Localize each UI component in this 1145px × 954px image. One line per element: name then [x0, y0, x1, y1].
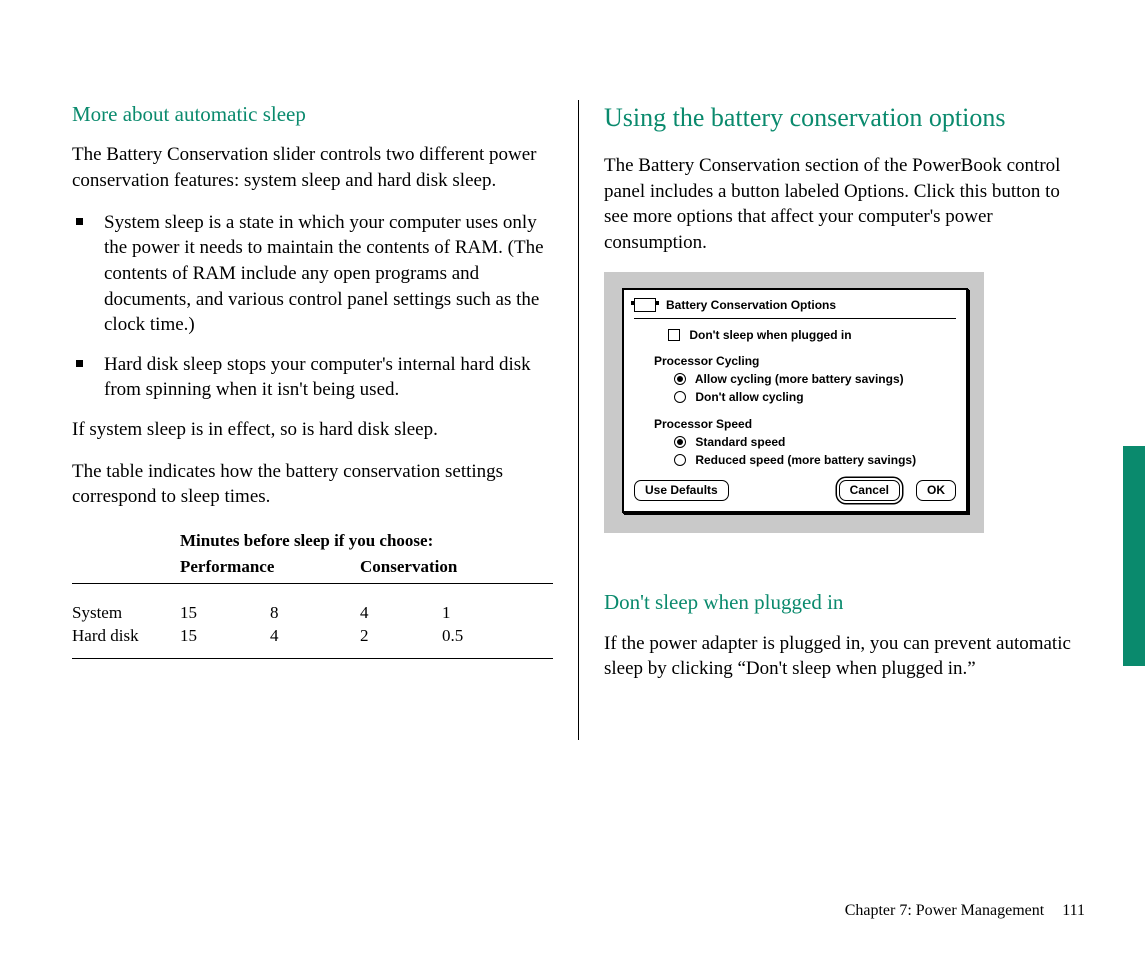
col-header-conservation: Conservation — [360, 556, 442, 579]
cancel-button[interactable]: Cancel — [839, 480, 900, 501]
heading-more-about-automatic-sleep: More about automatic sleep — [72, 100, 553, 128]
radio-icon — [674, 391, 686, 403]
col-header-performance: Performance — [180, 556, 270, 579]
section-tab-marker — [1123, 446, 1145, 666]
radio-label: Don't allow cycling — [695, 390, 803, 404]
table-row: System 15 8 4 1 — [72, 602, 553, 625]
heading-dont-sleep-when-plugged-in: Don't sleep when plugged in — [604, 588, 1085, 616]
checkbox-label: Don't sleep when plugged in — [689, 328, 851, 342]
cell: 15 — [180, 602, 270, 625]
left-column: More about automatic sleep The Battery C… — [72, 100, 578, 740]
list-item: System sleep is a state in which your co… — [72, 210, 553, 338]
radio-label: Allow cycling (more battery savings) — [695, 372, 904, 386]
radio-icon — [674, 454, 686, 466]
radio-icon — [674, 436, 686, 448]
sleep-times-table: Minutes before sleep if you choose: Perf… — [72, 530, 553, 659]
use-defaults-button[interactable]: Use Defaults — [634, 480, 729, 501]
cell: 4 — [270, 625, 360, 648]
cell: 2 — [360, 625, 442, 648]
row-label: Hard disk — [72, 625, 180, 648]
cell: 0.5 — [442, 625, 502, 648]
cell: 4 — [360, 602, 442, 625]
right-column: Using the battery conservation options T… — [578, 100, 1085, 740]
body-text: If the power adapter is plugged in, you … — [604, 631, 1085, 682]
dialog-title: Battery Conservation Options — [666, 297, 836, 313]
radio-label: Reduced speed (more battery savings) — [695, 453, 916, 467]
checkbox-row[interactable]: Don't sleep when plugged in — [634, 327, 956, 343]
list-item: Hard disk sleep stops your computer's in… — [72, 352, 553, 403]
checkbox-icon — [668, 329, 680, 341]
group-label-processor-speed: Processor Speed — [654, 416, 956, 432]
group-label-processor-cycling: Processor Cycling — [654, 353, 956, 369]
bullet-list: System sleep is a state in which your co… — [72, 210, 553, 403]
row-label: System — [72, 602, 180, 625]
dialog-screenshot: Battery Conservation Options Don't sleep… — [604, 272, 984, 534]
radio-label: Standard speed — [695, 435, 785, 449]
chapter-label: Chapter 7: Power Management — [845, 902, 1045, 919]
cell: 15 — [180, 625, 270, 648]
page-footer: Chapter 7: Power Management 111 — [845, 902, 1085, 920]
table-row: Hard disk 15 4 2 0.5 — [72, 625, 553, 648]
radio-allow-cycling[interactable]: Allow cycling (more battery savings) — [674, 371, 956, 387]
heading-using-battery-conservation-options: Using the battery conservation options — [604, 100, 1085, 135]
battery-icon — [634, 298, 656, 312]
ok-button[interactable]: OK — [916, 480, 956, 501]
page-number: 111 — [1062, 902, 1085, 919]
radio-standard-speed[interactable]: Standard speed — [674, 434, 956, 450]
body-text: The Battery Conservation slider controls… — [72, 142, 553, 193]
body-text: The table indicates how the battery cons… — [72, 459, 553, 510]
cell: 1 — [442, 602, 502, 625]
body-text: The Battery Conservation section of the … — [604, 153, 1085, 256]
body-text: If system sleep is in effect, so is hard… — [72, 417, 553, 443]
radio-dont-allow-cycling[interactable]: Don't allow cycling — [674, 389, 956, 405]
radio-reduced-speed[interactable]: Reduced speed (more battery savings) — [674, 452, 956, 468]
table-header-row: Performance Conservation — [72, 556, 553, 584]
battery-conservation-options-dialog: Battery Conservation Options Don't sleep… — [622, 288, 968, 514]
cell: 8 — [270, 602, 360, 625]
radio-icon — [674, 373, 686, 385]
table-caption: Minutes before sleep if you choose: — [180, 530, 553, 553]
